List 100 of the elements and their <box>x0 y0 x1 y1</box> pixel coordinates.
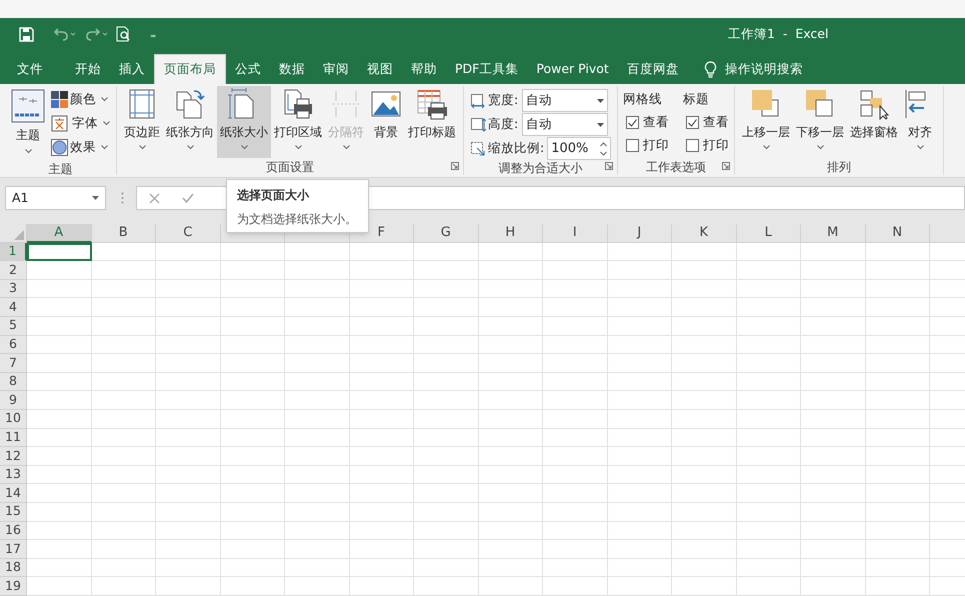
dropdown-arrow-icon[interactable] <box>597 98 604 102</box>
sheet-cell[interactable] <box>285 447 350 466</box>
sheet-cell[interactable] <box>156 336 220 354</box>
sheet-cell[interactable] <box>285 410 350 429</box>
sheet-cell[interactable] <box>801 261 866 280</box>
sheet-cell[interactable] <box>27 466 92 484</box>
sheet-cell[interactable] <box>414 298 478 317</box>
sheet-cell[interactable] <box>220 354 285 373</box>
sheet-cell[interactable] <box>27 428 92 448</box>
sheet-cell[interactable] <box>92 540 156 559</box>
sheet-cell[interactable] <box>478 261 543 280</box>
sheet-cell[interactable] <box>543 466 608 484</box>
sheet-cell[interactable] <box>543 447 608 466</box>
sheet-cell[interactable] <box>608 261 672 280</box>
sheet-cell[interactable] <box>866 484 930 503</box>
sheet-cell[interactable] <box>156 316 220 336</box>
sheet-cell[interactable] <box>801 298 866 317</box>
dialog-launcher-icon[interactable] <box>605 162 614 170</box>
sheet-cell[interactable] <box>92 280 156 298</box>
sheet-cell[interactable] <box>350 242 414 262</box>
column-header[interactable]: I <box>543 224 608 243</box>
row-header[interactable]: 2 <box>0 261 27 280</box>
sheet-cell[interactable] <box>220 298 285 317</box>
sheet-cell[interactable] <box>478 316 543 336</box>
sheet-cell[interactable] <box>156 242 220 262</box>
row-header[interactable]: 5 <box>0 316 27 336</box>
sheet-cell[interactable] <box>478 354 543 373</box>
sheet-cell[interactable] <box>672 484 736 503</box>
sheet-cell[interactable] <box>478 502 543 522</box>
sheet-cell[interactable] <box>350 466 414 484</box>
sheet-cell[interactable] <box>92 354 156 373</box>
sheet-cell[interactable] <box>866 447 930 466</box>
sheet-cell[interactable] <box>285 280 350 298</box>
themes-button[interactable]: 主题 <box>11 89 45 161</box>
sheet-cell[interactable] <box>350 577 414 596</box>
ribbon-button[interactable]: 背景 <box>367 86 405 158</box>
sheet-cell[interactable] <box>92 336 156 354</box>
column-header[interactable]: C <box>156 224 220 243</box>
sheet-cell[interactable] <box>608 354 672 373</box>
sheet-cell[interactable] <box>414 391 478 410</box>
sheet-cell[interactable] <box>866 280 930 298</box>
sheet-cell[interactable] <box>866 261 930 280</box>
sheet-cell[interactable] <box>220 336 285 354</box>
sheet-cell[interactable] <box>285 577 350 596</box>
sheet-cell[interactable] <box>478 280 543 298</box>
sheet-cell[interactable] <box>92 410 156 429</box>
sheet-cell[interactable] <box>478 372 543 392</box>
sheet-cell[interactable] <box>608 577 672 596</box>
sheet-cell[interactable] <box>350 354 414 373</box>
sheet-cell[interactable] <box>220 540 285 559</box>
sheet-cell[interactable] <box>608 316 672 336</box>
sheet-cell[interactable] <box>156 447 220 466</box>
sheet-cell[interactable] <box>350 372 414 392</box>
sheet-cell[interactable] <box>350 280 414 298</box>
sheet-cell[interactable] <box>736 354 801 373</box>
ribbon-tab[interactable]: 公式 <box>226 54 270 84</box>
row-header[interactable]: 11 <box>0 428 27 448</box>
sheet-cell[interactable] <box>608 372 672 392</box>
sheet-cell[interactable] <box>92 466 156 484</box>
sheet-cell[interactable] <box>543 484 608 503</box>
sheet-cell[interactable] <box>866 466 930 484</box>
sheet-cell[interactable] <box>736 298 801 317</box>
sheet-cell[interactable] <box>608 298 672 317</box>
row-header[interactable]: 3 <box>0 280 27 298</box>
sheet-cell[interactable] <box>27 577 92 596</box>
sheet-cell[interactable] <box>414 336 478 354</box>
sheet-cell[interactable] <box>285 428 350 448</box>
sheet-cell[interactable] <box>736 372 801 392</box>
sheet-cell[interactable] <box>92 316 156 336</box>
ribbon-tab[interactable]: Power Pivot <box>527 54 618 84</box>
sheet-cell[interactable] <box>543 577 608 596</box>
sheet-cell[interactable] <box>866 242 930 262</box>
drag-handle-icon[interactable] <box>121 192 124 204</box>
sheet-cell[interactable] <box>350 261 414 280</box>
sheet-cell[interactable] <box>156 428 220 448</box>
row-header[interactable]: 16 <box>0 522 27 540</box>
sheet-cell[interactable] <box>156 410 220 429</box>
dialog-launcher-icon[interactable] <box>722 162 730 170</box>
sheet-cell[interactable] <box>801 391 866 410</box>
sheet-cell[interactable] <box>736 447 801 466</box>
sheet-cell[interactable] <box>672 502 736 522</box>
sheet-cell[interactable] <box>672 447 736 466</box>
ribbon-button[interactable]: 对齐 <box>901 86 940 158</box>
sheet-cell[interactable] <box>414 428 478 448</box>
sheet-cell[interactable] <box>220 261 285 280</box>
sheet-cell[interactable] <box>478 522 543 540</box>
sheet-cell[interactable] <box>285 242 350 262</box>
sheet-cell[interactable] <box>672 372 736 392</box>
ribbon-tab[interactable]: 视图 <box>358 54 402 84</box>
save-icon[interactable] <box>19 26 34 42</box>
sheet-cell[interactable] <box>801 354 866 373</box>
sheet-cell[interactable] <box>736 522 801 540</box>
sheet-cell[interactable] <box>478 242 543 262</box>
dropdown-arrow-icon[interactable] <box>597 122 604 126</box>
sheet-cell[interactable] <box>801 372 866 392</box>
sheet-cell[interactable] <box>92 502 156 522</box>
column-header[interactable]: A <box>27 224 92 243</box>
sheet-cell[interactable] <box>285 502 350 522</box>
sheet-cell[interactable] <box>285 354 350 373</box>
column-header[interactable]: L <box>736 224 801 243</box>
